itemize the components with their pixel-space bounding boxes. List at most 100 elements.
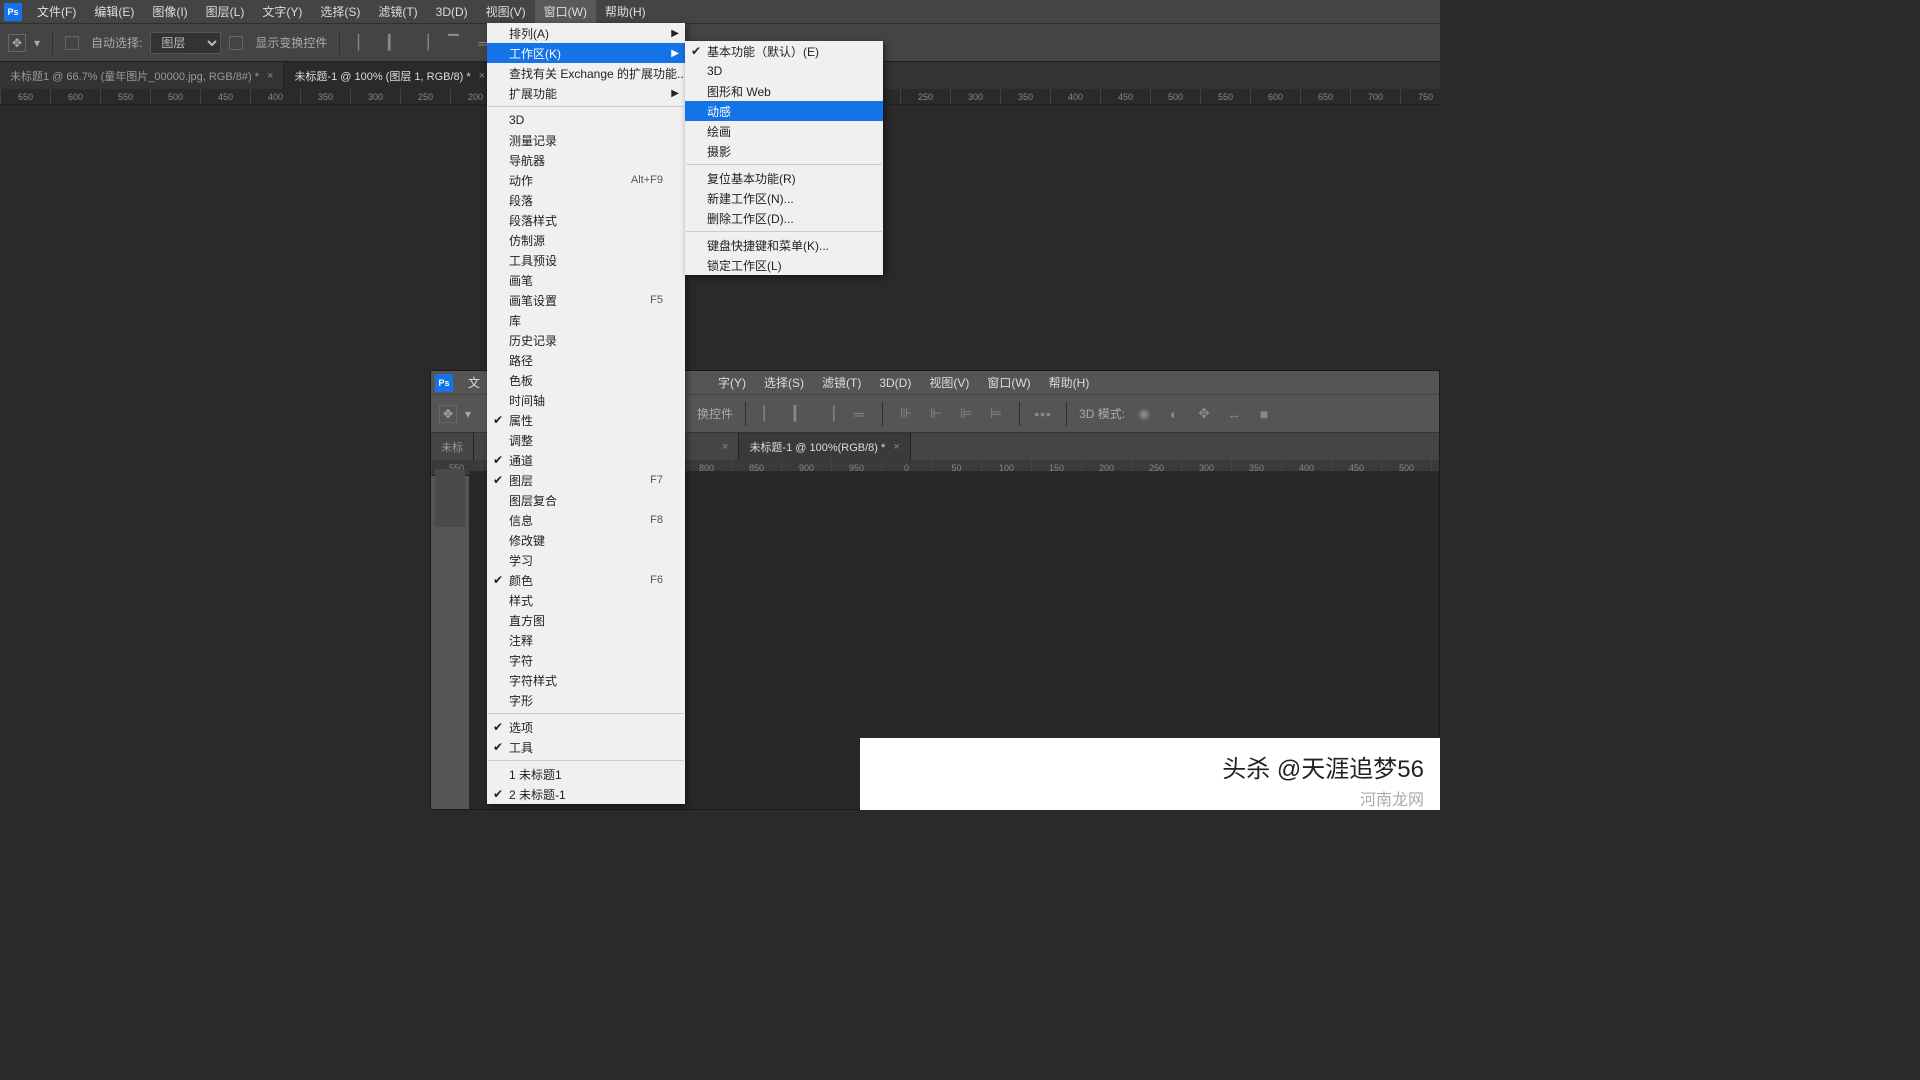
menu-item[interactable]: 工作区(K)▶ bbox=[487, 43, 685, 63]
menu-item[interactable]: 新建工作区(N)... bbox=[685, 188, 883, 208]
align-icon[interactable]: ▕ bbox=[818, 403, 840, 425]
menu-item[interactable]: ✔工具 bbox=[487, 737, 685, 757]
menu-item[interactable]: 库 bbox=[487, 310, 685, 330]
menu-item[interactable]: 动作Alt+F9 bbox=[487, 170, 685, 190]
menu-item[interactable]: 注释 bbox=[487, 630, 685, 650]
menu-item[interactable]: 时间轴 bbox=[487, 390, 685, 410]
menu-item[interactable]: 仿制源 bbox=[487, 230, 685, 250]
menu-item[interactable]: 字符 bbox=[487, 650, 685, 670]
menu-item[interactable]: 段落 bbox=[487, 190, 685, 210]
align-center-h-icon[interactable]: ▎ bbox=[382, 32, 404, 54]
menu-item[interactable]: 工具预设 bbox=[487, 250, 685, 270]
menu-item[interactable]: 3D bbox=[487, 110, 685, 130]
dist-icon[interactable]: ⊨ bbox=[985, 403, 1007, 425]
menu-help-2[interactable]: 帮助(H) bbox=[1040, 371, 1099, 394]
close-tab-icon[interactable]: × bbox=[267, 70, 273, 82]
menu-item[interactable]: 键盘快捷键和菜单(K)... bbox=[685, 235, 883, 255]
menu-item[interactable]: 删除工作区(D)... bbox=[685, 208, 883, 228]
move-tool-icon[interactable]: ✥ bbox=[8, 34, 26, 52]
menu-item[interactable]: ✔通道 bbox=[487, 450, 685, 470]
3d-orbit-icon[interactable]: ◉ bbox=[1133, 403, 1155, 425]
menu-type[interactable]: 文字(Y) bbox=[253, 0, 311, 23]
dist-icon[interactable]: ⊪ bbox=[895, 403, 917, 425]
menu-item[interactable]: ✔2 未标题-1 bbox=[487, 784, 685, 804]
dist-icon[interactable]: ⊩ bbox=[925, 403, 947, 425]
menu-window-2[interactable]: 窗口(W) bbox=[978, 371, 1039, 394]
doc-tab-1[interactable]: 未标题1 @ 66.7% (童年图片_00000.jpg, RGB/8#) *× bbox=[0, 62, 284, 89]
menu-view[interactable]: 视图(V) bbox=[477, 0, 535, 23]
3d-slide-icon[interactable]: ↔ bbox=[1223, 403, 1245, 425]
overflow-icon[interactable]: ••• bbox=[1032, 403, 1054, 425]
doc-tab-2[interactable]: 未标题-1 @ 100% (图层 1, RGB/8) *× bbox=[284, 62, 496, 89]
dist-icon[interactable]: ⊫ bbox=[955, 403, 977, 425]
menu-help[interactable]: 帮助(H) bbox=[596, 0, 655, 23]
menu-filter-2[interactable]: 滤镜(T) bbox=[813, 371, 870, 394]
menu-item[interactable]: 信息F8 bbox=[487, 510, 685, 530]
3d-scale-icon[interactable]: ■ bbox=[1253, 403, 1275, 425]
menu-file-2[interactable]: 文 bbox=[459, 371, 489, 394]
menu-select-2[interactable]: 选择(S) bbox=[755, 371, 813, 394]
menu-item[interactable]: 动感 bbox=[685, 101, 883, 121]
menu-image[interactable]: 图像(I) bbox=[143, 0, 196, 23]
align-icon[interactable]: ▏ bbox=[758, 403, 780, 425]
menu-3d[interactable]: 3D(D) bbox=[427, 0, 477, 23]
menu-item[interactable]: 色板 bbox=[487, 370, 685, 390]
menu-item[interactable]: 调整 bbox=[487, 430, 685, 450]
menu-item[interactable]: 直方图 bbox=[487, 610, 685, 630]
menu-item[interactable]: 锁定工作区(L) bbox=[685, 255, 883, 275]
menu-item[interactable]: 历史记录 bbox=[487, 330, 685, 350]
menu-item[interactable]: 排列(A)▶ bbox=[487, 23, 685, 43]
close-tab-icon[interactable]: × bbox=[893, 441, 899, 453]
menu-layer[interactable]: 图层(L) bbox=[197, 0, 254, 23]
3d-pan-icon[interactable]: ✥ bbox=[1193, 403, 1215, 425]
menu-item[interactable]: 字符样式 bbox=[487, 670, 685, 690]
menu-item[interactable]: 样式 bbox=[487, 590, 685, 610]
menu-item[interactable]: 导航器 bbox=[487, 150, 685, 170]
menu-item[interactable]: 3D bbox=[685, 61, 883, 81]
tool-slot[interactable] bbox=[438, 499, 462, 523]
menu-edit[interactable]: 编辑(E) bbox=[85, 0, 143, 23]
menu-item[interactable]: 查找有关 Exchange 的扩展功能... bbox=[487, 63, 685, 83]
menu-view-2[interactable]: 视图(V) bbox=[920, 371, 978, 394]
menu-item[interactable]: 图层复合 bbox=[487, 490, 685, 510]
menu-select[interactable]: 选择(S) bbox=[311, 0, 369, 23]
auto-select-checkbox[interactable] bbox=[65, 36, 79, 50]
menu-window[interactable]: 窗口(W) bbox=[535, 0, 596, 23]
menu-item[interactable]: 图形和 Web bbox=[685, 81, 883, 101]
doc-tab-w2-x[interactable]: × bbox=[704, 433, 739, 460]
close-tab-icon[interactable]: × bbox=[479, 70, 485, 82]
menu-item[interactable]: 扩展功能▶ bbox=[487, 83, 685, 103]
menu-item[interactable]: ✔颜色F6 bbox=[487, 570, 685, 590]
menu-item[interactable]: 绘画 bbox=[685, 121, 883, 141]
menu-item[interactable]: 字形 bbox=[487, 690, 685, 710]
tool-preset-icon[interactable]: ▾ bbox=[34, 36, 40, 50]
doc-tab-w2-2[interactable]: 未标题-1 @ 100%(RGB/8) *× bbox=[739, 433, 910, 460]
menu-item[interactable]: 修改键 bbox=[487, 530, 685, 550]
menu-item[interactable]: 测量记录 bbox=[487, 130, 685, 150]
align-right-icon[interactable]: ▕ bbox=[412, 32, 434, 54]
menu-item[interactable]: ✔属性 bbox=[487, 410, 685, 430]
show-transform-checkbox[interactable] bbox=[229, 36, 243, 50]
menu-item[interactable]: 画笔设置F5 bbox=[487, 290, 685, 310]
menu-item[interactable]: ✔基本功能（默认）(E) bbox=[685, 41, 883, 61]
layer-select[interactable]: 图层 bbox=[150, 32, 221, 54]
move-tool-icon[interactable]: ✥ bbox=[439, 405, 457, 423]
align-top-icon[interactable]: ▔ bbox=[442, 32, 464, 54]
menu-3d-2[interactable]: 3D(D) bbox=[870, 371, 920, 394]
align-icon[interactable]: ═ bbox=[848, 403, 870, 425]
doc-tab-w2-1[interactable]: 未标 bbox=[431, 433, 474, 460]
menu-type-2[interactable]: 字(Y) bbox=[709, 371, 755, 394]
menu-item[interactable]: 段落样式 bbox=[487, 210, 685, 230]
menu-item[interactable]: 摄影 bbox=[685, 141, 883, 161]
align-left-icon[interactable]: ▏ bbox=[352, 32, 374, 54]
menu-item[interactable]: ✔图层F7 bbox=[487, 470, 685, 490]
menu-filter[interactable]: 滤镜(T) bbox=[369, 0, 426, 23]
menu-item[interactable]: 1 未标题1 bbox=[487, 764, 685, 784]
menu-item[interactable]: 学习 bbox=[487, 550, 685, 570]
menu-item[interactable]: 画笔 bbox=[487, 270, 685, 290]
align-icon[interactable]: ▎ bbox=[788, 403, 810, 425]
menu-item[interactable]: ✔选项 bbox=[487, 717, 685, 737]
menu-item[interactable]: 复位基本功能(R) bbox=[685, 168, 883, 188]
3d-roll-icon[interactable]: ◐ bbox=[1163, 403, 1185, 425]
tool-slot[interactable] bbox=[438, 473, 462, 497]
